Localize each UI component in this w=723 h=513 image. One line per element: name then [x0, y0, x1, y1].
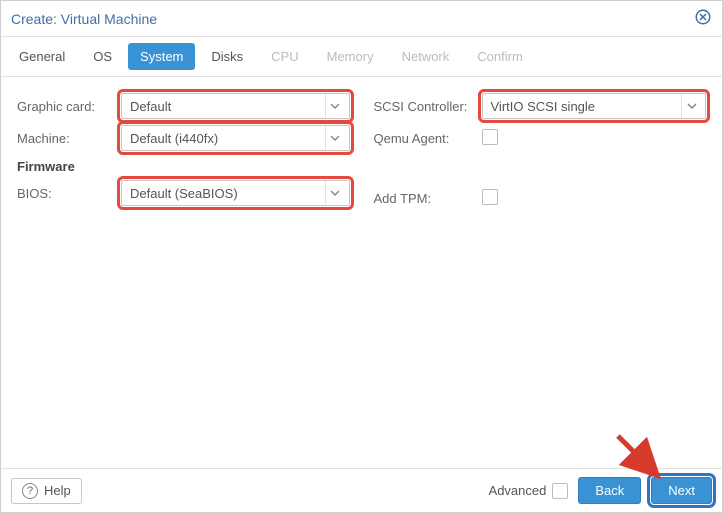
machine-value: Default (i440fx): [130, 131, 218, 146]
bios-value: Default (SeaBIOS): [130, 186, 238, 201]
bios-label: BIOS:: [17, 186, 121, 201]
left-column: Graphic card: Default Machine:: [17, 91, 350, 215]
create-vm-dialog: Create: Virtual Machine General OS Syste…: [0, 0, 723, 513]
tab-confirm: Confirm: [465, 43, 535, 70]
tab-network: Network: [390, 43, 462, 70]
tab-bar: General OS System Disks CPU Memory Netwo…: [1, 37, 722, 77]
machine-label: Machine:: [17, 131, 121, 146]
tab-disks[interactable]: Disks: [199, 43, 255, 70]
qemu-agent-label: Qemu Agent:: [374, 131, 482, 146]
next-button[interactable]: Next: [651, 477, 712, 504]
tab-os[interactable]: OS: [81, 43, 124, 70]
scsi-controller-value: VirtIO SCSI single: [491, 99, 596, 114]
chevron-down-icon: [325, 181, 345, 205]
back-button[interactable]: Back: [578, 477, 641, 504]
tab-system[interactable]: System: [128, 43, 195, 70]
help-button[interactable]: ? Help: [11, 478, 82, 504]
advanced-checkbox[interactable]: [552, 483, 568, 499]
footer: ? Help Advanced Back Next: [1, 468, 722, 512]
tab-memory: Memory: [315, 43, 386, 70]
help-icon: ?: [22, 483, 38, 499]
qemu-agent-checkbox[interactable]: [482, 129, 498, 145]
help-label: Help: [44, 483, 71, 498]
window-title: Create: Virtual Machine: [11, 11, 157, 27]
bios-select[interactable]: Default (SeaBIOS): [121, 180, 350, 206]
titlebar: Create: Virtual Machine: [1, 1, 722, 37]
add-tpm-label: Add TPM:: [374, 191, 482, 206]
chevron-down-icon: [681, 94, 701, 118]
add-tpm-checkbox[interactable]: [482, 189, 498, 205]
content-area: Graphic card: Default Machine:: [1, 77, 722, 468]
right-column: SCSI Controller: VirtIO SCSI single Qemu…: [374, 91, 707, 215]
tab-cpu: CPU: [259, 43, 310, 70]
chevron-down-icon: [325, 94, 345, 118]
advanced-label: Advanced: [489, 483, 547, 498]
graphic-card-select[interactable]: Default: [121, 93, 350, 119]
graphic-card-value: Default: [130, 99, 171, 114]
scsi-controller-label: SCSI Controller:: [374, 99, 482, 114]
close-icon[interactable]: [694, 8, 712, 29]
graphic-card-label: Graphic card:: [17, 99, 121, 114]
firmware-section: Firmware: [17, 159, 350, 174]
scsi-controller-select[interactable]: VirtIO SCSI single: [482, 93, 707, 119]
machine-select[interactable]: Default (i440fx): [121, 125, 350, 151]
chevron-down-icon: [325, 126, 345, 150]
tab-general[interactable]: General: [7, 43, 77, 70]
